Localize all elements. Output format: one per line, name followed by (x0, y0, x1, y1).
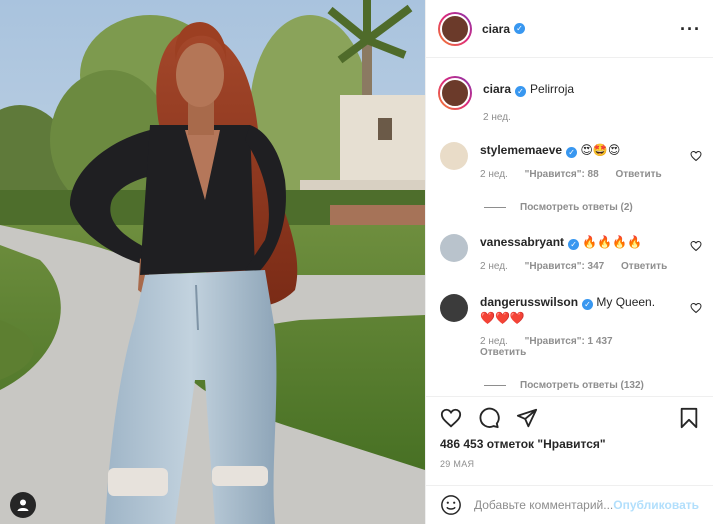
view-replies-button[interactable]: Посмотреть ответы (132) (484, 380, 644, 391)
verified-badge-icon: ✓ (514, 23, 526, 34)
comment-input[interactable]: Добавьте комментарий... (474, 498, 613, 512)
more-options-icon[interactable]: ··· (680, 20, 701, 38)
add-comment-bar: Добавьте комментарий... Опубликовать (426, 485, 713, 523)
comments-list[interactable]: ciara ✓ Pelirroja 2 нед. stylememaeve ✓ 😍🤩😍… (426, 58, 713, 396)
comment-avatar[interactable] (440, 142, 468, 170)
reply-button[interactable]: Ответить (615, 169, 661, 180)
verified-badge-icon: ✓ (515, 86, 527, 97)
post-actions: 486 453 отметок "Нравится" 29 МАЯ Добавь… (426, 396, 713, 524)
photo-image (0, 0, 425, 524)
comment-age[interactable]: 2 нед. (480, 261, 508, 272)
comment-likes[interactable]: "Нравится": 88 (525, 169, 599, 180)
comment-item: vanessabryant ✓ 🔥🔥🔥🔥 2 нед. "Нравится": 3… (440, 234, 702, 272)
heart-icon[interactable] (440, 407, 462, 429)
view-replies-label[interactable]: Посмотреть ответы (2) (520, 202, 633, 213)
comment-likes[interactable]: "Нравится": 347 (525, 261, 605, 272)
bookmark-icon[interactable] (679, 407, 699, 429)
comment-text-hearts: ❤️❤️❤️ (480, 311, 525, 325)
emoji-icon[interactable] (440, 494, 462, 516)
author-avatar[interactable] (438, 11, 472, 46)
view-replies-label[interactable]: Посмотреть ответы (132) (520, 380, 644, 391)
post-header: ciara ✓ ··· (426, 0, 713, 58)
comment-username[interactable]: dangerusswilson (480, 295, 578, 309)
comment-avatar[interactable] (440, 234, 468, 262)
comment-age[interactable]: 2 нед. (480, 336, 508, 347)
post-date[interactable]: 29 МАЯ (440, 459, 474, 469)
comment-text: My Queen. (596, 295, 656, 309)
verified-badge-icon: ✓ (582, 299, 594, 310)
comment-likes[interactable]: "Нравится": 1 437 (525, 336, 613, 347)
post-comment-button[interactable]: Опубликовать (613, 498, 699, 512)
comment-like-heart-icon[interactable] (690, 240, 702, 252)
likes-count[interactable]: 486 453 отметок "Нравится" (440, 437, 606, 451)
comment-age[interactable]: 2 нед. (480, 169, 508, 180)
tagged-users-icon[interactable] (10, 492, 36, 518)
divider-line (484, 207, 506, 208)
caption-age[interactable]: 2 нед. (483, 112, 511, 123)
comment-username[interactable]: vanessabryant (480, 235, 564, 249)
caption-text: Pelirroja (530, 82, 575, 96)
reply-button[interactable]: Ответить (480, 347, 526, 358)
comment-avatar[interactable] (440, 294, 468, 322)
comment-like-heart-icon[interactable] (690, 302, 702, 314)
comment-item: stylememaeve ✓ 😍🤩😍 2 нед. "Нравится": 88 … (440, 142, 702, 180)
comment-username[interactable]: stylememaeve (480, 143, 562, 157)
post-modal: ciara ✓ ··· ciara ✓ Pelirroja 2 нед. sty… (0, 0, 713, 524)
post-photo[interactable] (0, 0, 425, 524)
comment-item: dangerusswilson ✓ My Queen. ❤️❤️❤️ 2 нед.… (440, 294, 702, 358)
author-username[interactable]: ciara (482, 22, 510, 36)
verified-badge-icon: ✓ (568, 239, 580, 250)
share-icon[interactable] (516, 407, 538, 429)
verified-badge-icon: ✓ (566, 147, 578, 158)
comment-like-heart-icon[interactable] (690, 150, 702, 162)
caption-avatar[interactable] (438, 76, 472, 110)
view-replies-button[interactable]: Посмотреть ответы (2) (484, 202, 633, 213)
caption: ciara ✓ Pelirroja 2 нед. (438, 76, 574, 123)
comment-icon[interactable] (478, 407, 500, 429)
post-sidebar: ciara ✓ ··· ciara ✓ Pelirroja 2 нед. sty… (425, 0, 713, 524)
divider-line (484, 385, 506, 386)
reply-button[interactable]: Ответить (621, 261, 667, 272)
comment-text: 🔥🔥🔥🔥 (582, 235, 643, 249)
caption-username[interactable]: ciara (483, 82, 511, 96)
comment-text: 😍🤩😍 (580, 143, 621, 157)
